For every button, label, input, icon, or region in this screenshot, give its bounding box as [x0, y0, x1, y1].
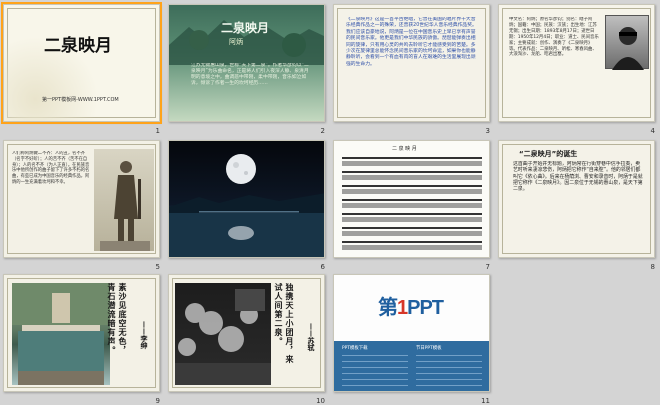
- slide-thumbnail-1[interactable]: 二泉映月 第一PPT模板网-WWW.1PPT.COM 1: [1, 2, 166, 137]
- slide-number: 8: [650, 263, 655, 271]
- slide-thumbnail-10[interactable]: 独携天上小团月，来试人间第二泉。 ——苏轼 10: [168, 274, 331, 405]
- numbered-music-score: [342, 157, 482, 250]
- slide-number: 9: [155, 397, 160, 405]
- poem-author: ——苏轼: [307, 323, 316, 351]
- link-list-right: [416, 355, 482, 387]
- slide-body-text: 江苏无锡惠山泉，世称“天下第二泉”。作者华彦钧以“二泉映月”为乐曲命名，正是将人…: [191, 63, 309, 86]
- slide-1[interactable]: 二泉映月 第一PPT模板网-WWW.1PPT.COM: [1, 2, 162, 124]
- slide-body-text: 《二泉映月》这是一首平古绝唱，它曾在美国的唱片界十大音乐经典作品之一的殊荣，还曾…: [346, 17, 477, 67]
- slide-number: 2: [320, 127, 325, 135]
- slide-thumbnail-6[interactable]: 6: [168, 140, 331, 273]
- night-garden-illustration: [175, 289, 271, 385]
- statue-photo: [94, 149, 154, 251]
- poem-lines: 独携天上小团月，来试人间第二泉。: [274, 283, 295, 364]
- night-garden-photo: [175, 283, 271, 385]
- slide-thumbnail-4[interactable]: 中文名：阿炳；原名华彦钧；别名：瞎子阿炳；国籍：中国；民族：汉族；出生地：江苏无…: [498, 4, 660, 137]
- brand-digit: 1: [397, 297, 408, 319]
- slide-number: 7: [485, 263, 490, 271]
- portrait-photo: [605, 15, 649, 70]
- spring-pool-illustration: [12, 283, 110, 385]
- slide-title: 二泉映月: [221, 21, 270, 35]
- author-name: 阿炳: [229, 38, 243, 46]
- slide-number: 1: [155, 127, 160, 135]
- link-list-left: [342, 355, 408, 387]
- slide-body-text: 人们称阿炳做二不齐：人的丑，名不齐（名字不好听）；人的苦不齐（苦不在自身）；人的…: [12, 151, 90, 185]
- poem-author: ——李绅: [140, 321, 149, 349]
- link-holiday-templates[interactable]: 节日PPT模板: [416, 345, 442, 351]
- slide-3[interactable]: 《二泉映月》这是一首平古绝唱，它曾在美国的唱片界十大音乐经典作品之一的殊荣，还曾…: [333, 4, 490, 122]
- slide-number: 11: [481, 397, 490, 405]
- brand-text: PPT: [407, 297, 444, 319]
- slide-4[interactable]: 中文名：阿炳；原名华彦钧；别名：瞎子阿炳；国籍：中国；民族：汉族；出生地：江苏无…: [498, 4, 655, 122]
- statue-figure: [100, 161, 150, 251]
- brand-area: 第1PPT: [334, 275, 489, 341]
- brand-logo: 第1PPT: [378, 291, 444, 320]
- slide-number: 4: [650, 127, 655, 135]
- link-ppt-templates[interactable]: PPT模板下载: [342, 345, 368, 351]
- slide-5[interactable]: 人们称阿炳做二不齐：人的丑，名不齐（名字不好听）；人的苦不齐（苦不在自身）；人的…: [3, 140, 160, 258]
- slide-thumbnail-3[interactable]: 《二泉映月》这是一首平古绝唱，它曾在美国的唱片界十大音乐经典作品之一的殊荣，还曾…: [333, 4, 496, 137]
- slide-footer: 第一PPT模板网-WWW.1PPT.COM: [42, 97, 119, 103]
- portrait-figure: [612, 27, 644, 70]
- moon-night-scene: [169, 154, 324, 257]
- slide-thumbnail-8[interactable]: “二泉映月”的诞生 这首曲子开始并无标题，阿炳常在行街穿巷中信手拉奏，卖艺时听来…: [498, 140, 660, 273]
- slide-number: 5: [155, 263, 160, 271]
- slide-number: 6: [320, 263, 325, 271]
- slide-thumbnail-11[interactable]: 第1PPT PPT模板下载 节日PPT模板 11: [333, 274, 496, 405]
- slide-body-text: 这首曲子开始并无标题，阿炳常在行街穿巷中信手拉奏，卖艺时听来凄凉悲伤，阿炳把它称…: [513, 161, 643, 193]
- slide-number: 3: [485, 127, 490, 135]
- slide-6[interactable]: [168, 140, 325, 258]
- links-panel: PPT模板下载 节日PPT模板: [334, 341, 489, 391]
- slide-7[interactable]: 二 泉 映 月: [333, 140, 490, 258]
- slide-thumbnail-9[interactable]: 素沙见底空无色，青石潜流暗有声。 ——李绅 9: [3, 274, 166, 405]
- spring-pool-photo: [12, 283, 110, 385]
- slide-number: 10: [316, 397, 325, 405]
- slide-body-text: 中文名：阿炳；原名华彦钧；别名：瞎子阿炳；国籍：中国；民族：汉族；出生地：江苏无…: [509, 17, 599, 58]
- slide-2[interactable]: 二泉映月 阿炳 江苏无锡惠山泉，世称“天下第二泉”。作者华彦钧以“二泉映月”为乐…: [168, 4, 325, 122]
- slide-9[interactable]: 素沙见底空无色，青石潜流暗有声。 ——李绅: [3, 274, 160, 392]
- slide-thumbnail-2[interactable]: 二泉映月 阿炳 江苏无锡惠山泉，世称“天下第二泉”。作者华彦钧以“二泉映月”为乐…: [168, 4, 331, 137]
- slide-11[interactable]: 第1PPT PPT模板下载 节日PPT模板: [333, 274, 490, 392]
- slide-10[interactable]: 独携天上小团月，来试人间第二泉。 ——苏轼: [168, 274, 325, 392]
- poem-lines: 素沙见底空无色，青石潜流暗有声。: [107, 283, 128, 355]
- slide-background: [4, 5, 159, 121]
- brand-char: 第: [378, 297, 398, 319]
- slide-8[interactable]: “二泉映月”的诞生 这首曲子开始并无标题，阿炳常在行街穿巷中信手拉奏，卖艺时听来…: [498, 140, 655, 258]
- slide-title: “二泉映月”的诞生: [519, 150, 578, 158]
- slide-thumbnail-7[interactable]: 二 泉 映 月 7: [333, 140, 496, 273]
- slide-thumbnail-5[interactable]: 人们称阿炳做二不齐：人的丑，名不齐（名字不好听）；人的苦不齐（苦不在自身）；人的…: [3, 140, 166, 273]
- slide-title: 二泉映月: [44, 36, 112, 56]
